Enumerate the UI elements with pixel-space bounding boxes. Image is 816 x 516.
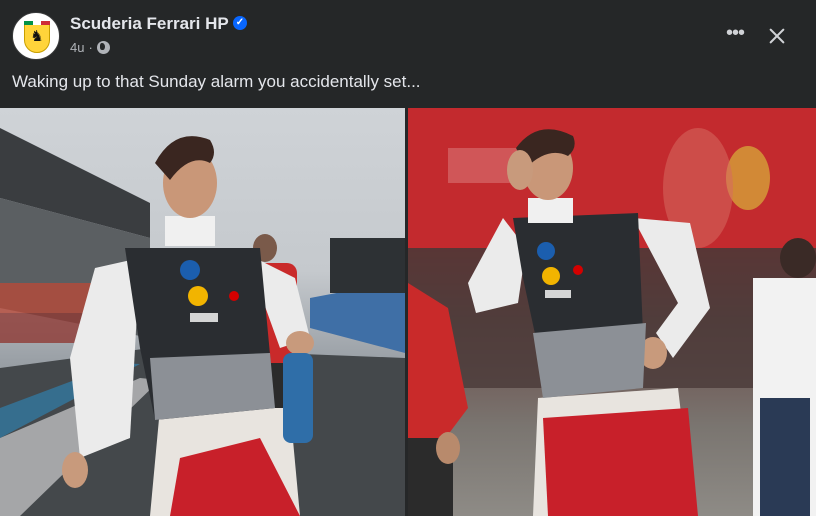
prancing-horse-icon: ♞ xyxy=(30,28,44,45)
driver-hand-on-head-photo[interactable] xyxy=(408,108,816,516)
driver-on-grid-photo[interactable] xyxy=(0,108,405,516)
verified-badge-icon: ✓ xyxy=(233,16,247,30)
driver-hand-on-head-illustration xyxy=(408,108,816,516)
post-meta: 4u · xyxy=(70,40,110,55)
italian-flag-stripe xyxy=(24,21,51,25)
post-header: ♞ Scuderia Ferrari HP ✓ 4u · ••• xyxy=(12,12,804,60)
post-caption: Waking up to that Sunday alarm you accid… xyxy=(12,72,421,91)
globe-icon[interactable] xyxy=(96,41,110,54)
facebook-post: ♞ Scuderia Ferrari HP ✓ 4u · ••• Waking … xyxy=(0,0,816,516)
timestamp-link[interactable]: 4u xyxy=(70,40,84,55)
page-avatar[interactable]: ♞ xyxy=(12,12,60,60)
meta-separator: · xyxy=(88,40,93,55)
driver-on-grid-illustration xyxy=(0,128,405,516)
more-options-button[interactable]: ••• xyxy=(719,20,751,52)
page-name-link[interactable]: Scuderia Ferrari HP xyxy=(70,14,229,34)
close-button[interactable] xyxy=(761,20,793,52)
